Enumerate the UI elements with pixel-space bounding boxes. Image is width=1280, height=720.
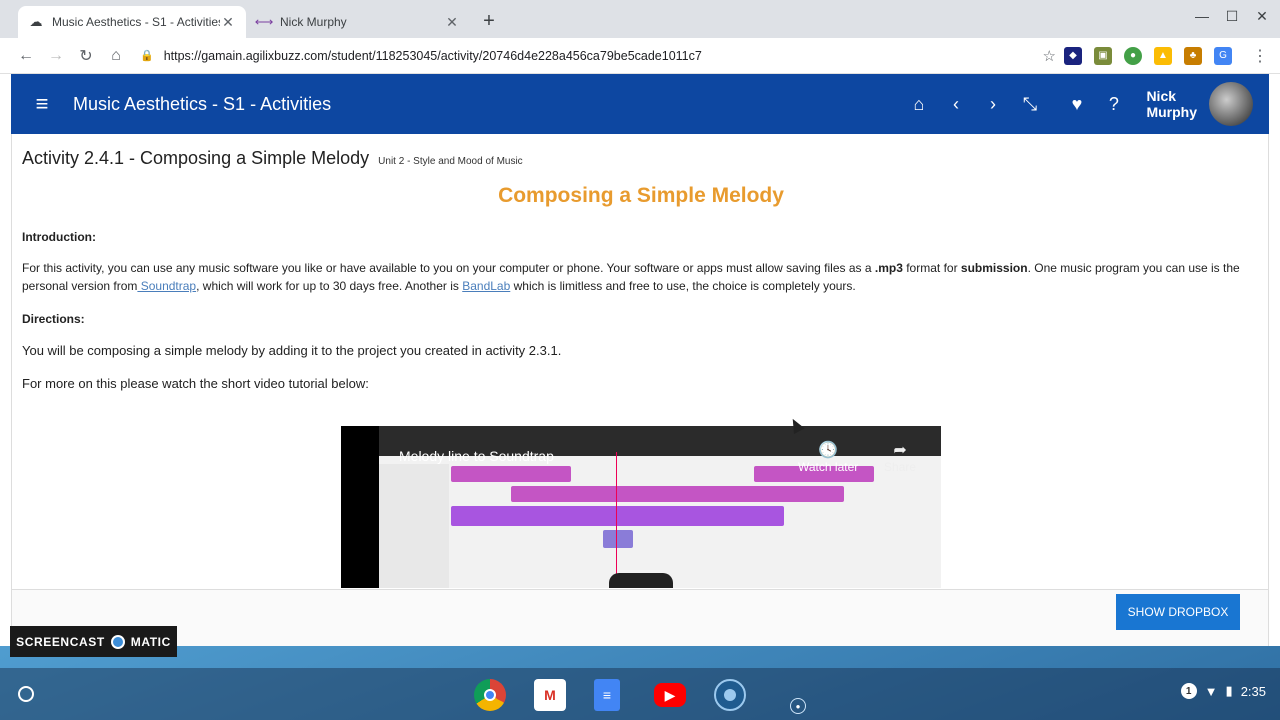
- home-icon[interactable]: ⌂: [102, 42, 130, 70]
- tab-music-aesthetics[interactable]: ☁ Music Aesthetics - S1 - Activities ✕: [18, 6, 246, 38]
- next-icon[interactable]: ›: [974, 94, 1011, 115]
- translate-icon[interactable]: G: [1214, 46, 1232, 65]
- docs-icon[interactable]: ≡: [594, 679, 620, 711]
- watch-later-button[interactable]: 🕓 Watch later: [798, 440, 858, 474]
- share-icon: ➦: [893, 442, 907, 459]
- previous-icon[interactable]: ‹: [937, 94, 974, 115]
- unit-label: Unit 2 - Style and Mood of Music: [378, 156, 523, 167]
- video-left-pane: [341, 426, 379, 588]
- browser-toolbar: ← → ↻ ⌂ 🔒 https://gamain.agilixbuzz.com/…: [0, 38, 1280, 74]
- extension-icon-1[interactable]: ◆: [1064, 46, 1082, 65]
- activity-name: Activity 2.4.1 - Composing a Simple Melo…: [22, 148, 370, 168]
- link-icon: ⟷: [254, 14, 274, 29]
- page-heading: Composing a Simple Melody: [498, 184, 784, 207]
- hamburger-menu-icon[interactable]: ≡: [11, 91, 73, 117]
- bookmark-star-icon[interactable]: ☆: [1043, 47, 1056, 65]
- video-title[interactable]: Melody line to Soundtrap: [399, 448, 554, 464]
- youtube-icon[interactable]: ▶: [654, 683, 686, 707]
- back-icon[interactable]: ←: [12, 42, 40, 70]
- video-track-headers: [379, 464, 449, 588]
- video-track-clip: [603, 530, 633, 548]
- video-playhead: [616, 452, 617, 588]
- clock-icon: 🕓: [818, 442, 839, 459]
- collapse-icon[interactable]: ⤡: [1011, 94, 1048, 115]
- favorite-heart-icon[interactable]: ♥: [1058, 94, 1095, 115]
- chrome-icon[interactable]: [474, 679, 506, 711]
- share-label: Share: [884, 460, 917, 474]
- screencast-recording-icon[interactable]: ●: [790, 698, 806, 714]
- home-icon[interactable]: ⌂: [900, 94, 937, 115]
- video-track-clip: [511, 486, 844, 502]
- extension-icon-2[interactable]: ▣: [1094, 46, 1112, 65]
- address-bar[interactable]: 🔒 https://gamain.agilixbuzz.com/student/…: [140, 42, 1056, 70]
- wifi-icon: ▼: [1204, 683, 1218, 699]
- extension-icon-3[interactable]: ●: [1124, 46, 1142, 65]
- soundtrap-link[interactable]: Soundtrap: [137, 279, 196, 293]
- gmail-icon[interactable]: M: [534, 679, 566, 711]
- drive-icon[interactable]: ▲: [1154, 46, 1172, 65]
- show-dropbox-button[interactable]: SHOW DROPBOX: [1116, 594, 1240, 630]
- user-first-name: Nick: [1146, 88, 1177, 104]
- new-tab-button[interactable]: +: [478, 10, 500, 32]
- video-intro-text: For more on this please watch the short …: [22, 376, 369, 391]
- tab-title: Nick Murphy: [280, 15, 347, 29]
- app-title: Music Aesthetics - S1 - Activities: [73, 93, 332, 114]
- directions-label: Directions:: [22, 312, 85, 326]
- tab-title: Music Aesthetics - S1 - Activities: [52, 15, 220, 29]
- user-name[interactable]: Nick Murphy: [1146, 88, 1197, 120]
- tab-nick-murphy[interactable]: ⟷ Nick Murphy ✕: [246, 6, 470, 38]
- app-header: ≡ Music Aesthetics - S1 - Activities ⌂ ‹…: [11, 74, 1269, 134]
- video-track-clip: [451, 466, 571, 482]
- screencast-icon[interactable]: [714, 679, 746, 711]
- tab-strip: ☁ Music Aesthetics - S1 - Activities ✕ ⟷…: [0, 0, 1280, 38]
- launcher-icon[interactable]: [18, 686, 34, 702]
- activity-content: Activity 2.4.1 - Composing a Simple Melo…: [11, 134, 1269, 646]
- play-button-icon[interactable]: [609, 573, 673, 588]
- avatar[interactable]: [1209, 82, 1253, 126]
- bandlab-link[interactable]: BandLab: [462, 279, 510, 293]
- battery-icon: ▮: [1225, 683, 1233, 698]
- intro-label: Introduction:: [22, 230, 96, 244]
- maximize-icon[interactable]: ☐: [1224, 8, 1240, 25]
- agilix-icon: ☁: [29, 14, 43, 29]
- watch-later-label: Watch later: [798, 460, 859, 474]
- close-tab-icon[interactable]: ✕: [444, 14, 460, 31]
- user-last-name: Murphy: [1146, 104, 1197, 120]
- clock-time: 2:35: [1240, 683, 1266, 699]
- screencast-watermark: SCREENCAST MATIC: [10, 626, 177, 657]
- os-shelf: M ≡ ▶ ● 1 ▼ ▮ 2:35: [0, 668, 1280, 720]
- directions-text: You will be composing a simple melody by…: [22, 343, 562, 358]
- minimize-icon[interactable]: —: [1194, 8, 1210, 25]
- forward-icon[interactable]: →: [42, 42, 70, 70]
- help-icon[interactable]: ?: [1095, 94, 1132, 115]
- reload-icon[interactable]: ↻: [72, 42, 100, 70]
- activity-title: Activity 2.4.1 - Composing a Simple Melo…: [22, 148, 523, 169]
- video-embed[interactable]: Melody line to Soundtrap 🕓 Watch later ➦…: [341, 426, 941, 588]
- video-track-clip: [451, 506, 784, 526]
- notification-badge: 1: [1180, 683, 1197, 699]
- lock-icon: 🔒: [140, 50, 154, 62]
- intro-paragraph: For this activity, you can use any music…: [22, 261, 1240, 293]
- extension-icon-5[interactable]: ♣: [1184, 46, 1202, 65]
- more-menu-icon[interactable]: ⋮: [1252, 46, 1268, 66]
- watermark-logo-icon: [110, 634, 125, 649]
- status-tray[interactable]: 1 ▼ ▮ 2:35: [1180, 683, 1266, 699]
- dropbox-footer: [12, 589, 1268, 646]
- close-window-icon[interactable]: ✕: [1254, 8, 1270, 25]
- url-text: https://gamain.agilixbuzz.com/student/11…: [163, 48, 702, 63]
- close-tab-icon[interactable]: ✕: [220, 14, 236, 31]
- share-button[interactable]: ➦ Share: [884, 440, 916, 474]
